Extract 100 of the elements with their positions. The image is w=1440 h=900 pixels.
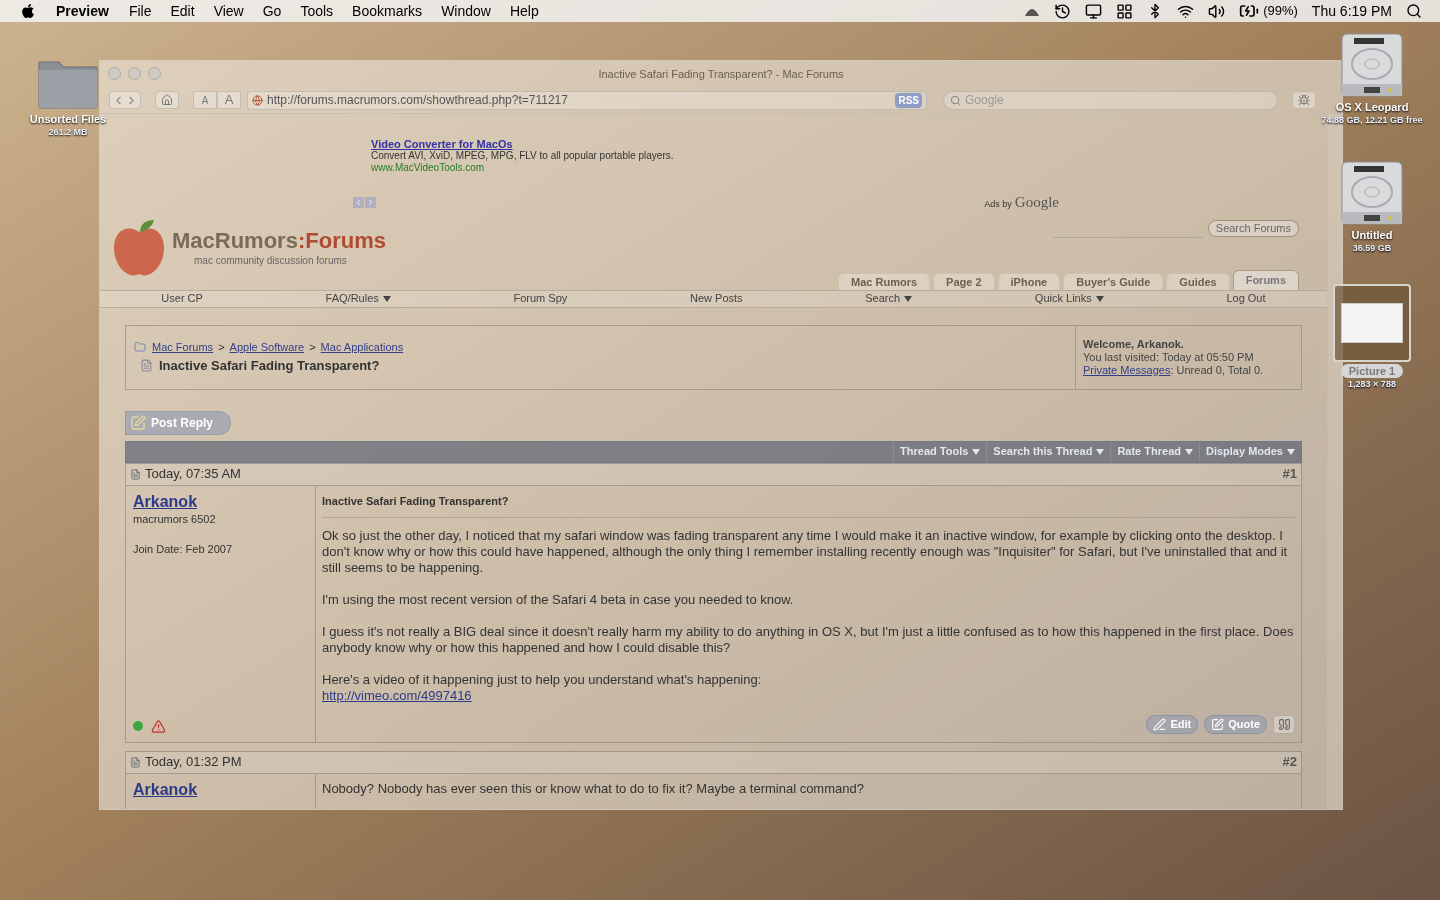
monitor-icon[interactable] (1085, 2, 1103, 20)
nav-link[interactable]: New Posts (690, 290, 743, 307)
caret-icon (1095, 295, 1104, 302)
bug-icon (1298, 94, 1310, 106)
post-subject: Inactive Safari Fading Transparent? (322, 492, 1295, 518)
text-size-button[interactable]: A (217, 91, 241, 109)
menu-item[interactable]: File (128, 0, 152, 22)
ad-text: Convert AVI, XviD, MPEG, MPG, FLV to all popular portable players. (371, 150, 675, 162)
author-link[interactable]: Arkanok (133, 492, 308, 511)
breadcrumb-link[interactable]: Mac Forums (152, 338, 214, 355)
google-logo-text: Google (1014, 193, 1059, 212)
menu-item[interactable]: Help (509, 0, 539, 22)
back-forward-button[interactable] (109, 91, 141, 109)
ad-url: www.MacVideoTools.com (371, 162, 486, 174)
menu-item[interactable]: Window (441, 0, 491, 22)
home-button[interactable] (155, 91, 179, 109)
logo-colon-text: : (297, 229, 306, 253)
icon-detail: 261.2 MB (48, 126, 88, 138)
grid-icon[interactable] (1116, 2, 1134, 20)
menu-item[interactable]: View (213, 0, 244, 22)
messages-count-text: : Unread 0, Total 0. (1170, 363, 1264, 377)
folder-icon (134, 340, 146, 353)
menu-item[interactable]: Go (262, 0, 282, 22)
window-title: Inactive Safari Fading Transparent? - Mac Forums (598, 66, 844, 82)
text-size-button[interactable]: A (193, 91, 217, 109)
caret-icon (1096, 448, 1105, 455)
search-placeholder: Google (965, 92, 1004, 109)
nav-link[interactable]: Search (865, 290, 913, 307)
multi-quote-button[interactable] (1273, 714, 1295, 734)
post-number[interactable]: #1 (1282, 464, 1297, 484)
post-paragraph: Here's a video of it happening just to help you understand what's happening: (322, 671, 763, 688)
video-link[interactable]: http://vimeo.com/4997416 (322, 687, 472, 704)
logo-tagline: mac community discussion forums (193, 254, 348, 268)
post-paragraph: Ok so just the other day, I noticed that my safari window was fading transparent any time I would make it an inactive window, for example by clicking onto the desktop. I don't know why or how this could have happened, although the only thing I remember installing recently enough was "Inquisiter" for Safari, but I've uninstalled that and it still seems to be happening. (322, 527, 1289, 576)
bug-report-button[interactable] (1292, 91, 1316, 109)
site-tab[interactable]: Guides (1166, 272, 1230, 290)
logo-main-text: MacRumors (172, 229, 298, 253)
clock-arrow-icon[interactable] (1054, 2, 1072, 20)
caret-icon (382, 295, 391, 302)
menu-bar-clock[interactable]: Thu 6:19 PM (1311, 0, 1392, 22)
note-pencil-icon (1211, 717, 1225, 731)
post-date: Today, 01:32 PM (145, 753, 242, 772)
caret-icon (904, 295, 913, 302)
breadcrumb-separator: > (309, 339, 316, 355)
ads-by-label: Ads by (984, 198, 1012, 211)
nav-link[interactable]: FAQ/Rules (325, 290, 391, 307)
home-icon (161, 94, 173, 106)
thread-tool-menu[interactable]: Search this Thread (986, 441, 1111, 462)
search-forums-button[interactable]: Search Forums (1207, 220, 1299, 237)
user-title: macrumors 6502 (133, 511, 217, 527)
site-tab[interactable]: Forums (1232, 269, 1299, 290)
volume-icon[interactable] (1208, 2, 1226, 20)
thread-tool-menu[interactable]: Display Modes (1198, 441, 1301, 462)
icon-label[interactable]: Untitled (1343, 228, 1401, 242)
menu-item[interactable]: Edit (170, 0, 195, 22)
quote-marks-icon (1277, 717, 1291, 731)
address-field[interactable]: http://forums.macrumors.com/showthread.php?t=711217 RSS (247, 90, 927, 110)
post-icon (130, 756, 141, 768)
thread-tool-menu[interactable]: Thread Tools (893, 441, 987, 462)
caret-icon (1287, 448, 1295, 455)
post-number[interactable]: #2 (1282, 752, 1297, 772)
url-text: http://forums.macrumors.com/showthread.php?t=711217 (267, 92, 568, 109)
icon-detail: 1,283 × 788 (1348, 378, 1396, 390)
menu-item[interactable]: Tools (300, 0, 334, 22)
welcome-heading: Welcome, Arkanok. (1083, 337, 1185, 351)
nav-link[interactable]: User CP (161, 290, 203, 307)
caret-icon (1184, 448, 1193, 455)
menu-item[interactable]: Bookmarks (352, 0, 423, 22)
nav-link[interactable]: Forum Spy (513, 290, 568, 307)
author-link[interactable]: Arkanok (133, 780, 308, 799)
caret-icon (972, 448, 981, 455)
site-tab[interactable]: Buyer's Guide (1063, 272, 1164, 290)
report-warning-icon[interactable] (151, 718, 166, 734)
search-icon (950, 94, 961, 106)
thread-tool-menu[interactable]: Rate Thread (1110, 441, 1199, 462)
icon-label[interactable]: Picture 1 (1340, 364, 1404, 378)
thread-icon (140, 359, 153, 373)
site-tab[interactable]: Mac Rumors (838, 272, 931, 290)
post-paragraph: I guess it's not really a BIG deal since it doesn't really harm my ability to do anything in OS X, but I'm just a little confused as to how this happened in the first place. Does anybody know why or how this happened and how I could disable this? (322, 623, 1295, 656)
search-icon[interactable] (1406, 3, 1422, 19)
ad-title-link[interactable]: Video Converter for MacOs (371, 138, 1327, 150)
pencil-paper-icon (130, 414, 146, 431)
site-tab[interactable]: Page 2 (933, 272, 995, 290)
nav-link[interactable]: Quick Links (1034, 290, 1104, 307)
site-tab[interactable]: iPhone (997, 272, 1061, 290)
logo-forums-text: Forums (305, 229, 386, 253)
last-visited-text: You last visited: Today at 05:50 PM (1083, 350, 1255, 364)
icon-detail: 36.59 GB (1352, 242, 1392, 254)
post-paragraph: I'm using the most recent version of the Safari 4 beta in case you needed to know. (322, 591, 795, 608)
breadcrumb-link[interactable]: Mac Applications (320, 338, 404, 355)
battery-percentage: (99%) (1263, 2, 1298, 21)
breadcrumb-separator: > (218, 339, 225, 355)
apple-icon[interactable] (20, 3, 36, 19)
join-date: Join Date: Feb 2007 (133, 542, 234, 557)
breadcrumb-link[interactable]: Apple Software (229, 338, 305, 355)
nav-link[interactable]: Log Out (1226, 290, 1266, 307)
post-paragraph: Nobody? Nobody has ever seen this or know what to do to fix it? Maybe a terminal command? (322, 780, 865, 797)
app-menu[interactable]: Preview (56, 0, 109, 22)
favicon-icon (252, 94, 263, 106)
pen-icon (1153, 717, 1167, 731)
